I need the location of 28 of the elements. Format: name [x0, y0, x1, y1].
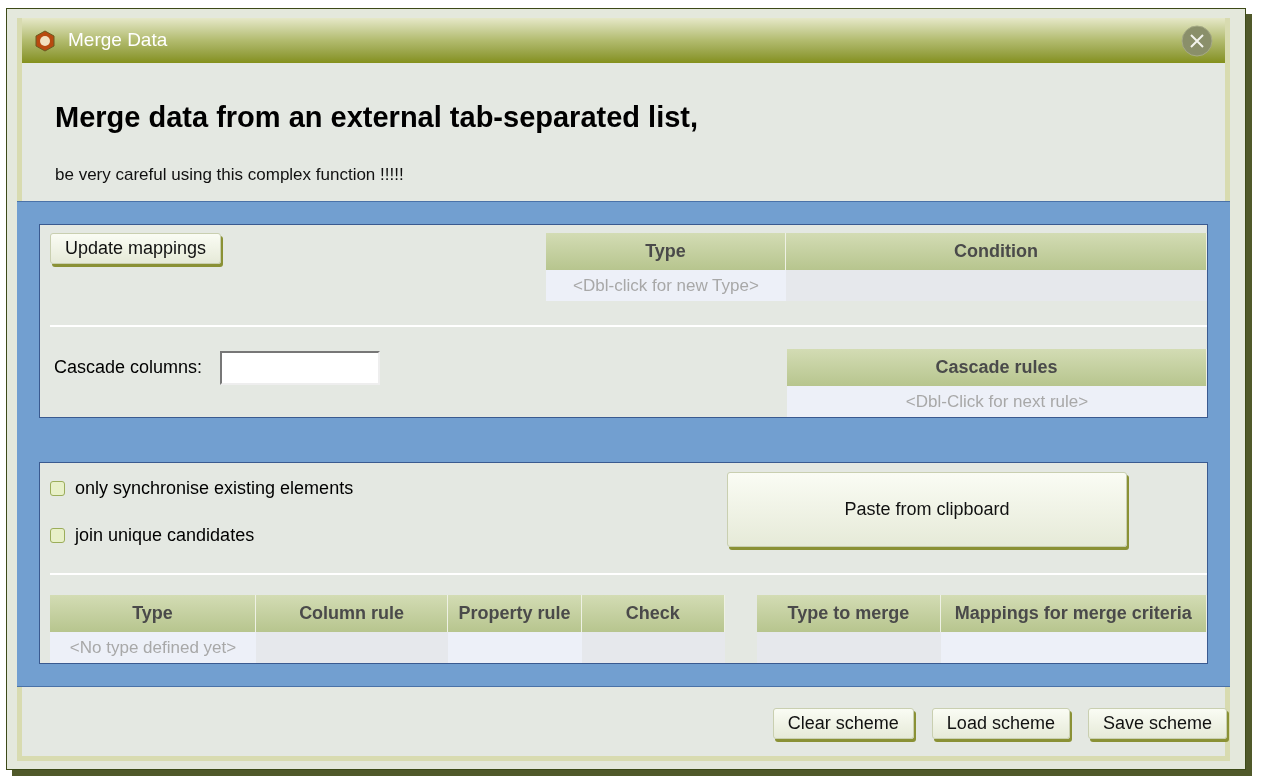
cascade-columns-label: Cascade columns: [54, 356, 203, 379]
column-header: Mappings for merge criteria [940, 595, 1207, 632]
app-logo-icon [34, 29, 56, 52]
warning-text: be very careful using this complex function !!!!! [55, 163, 405, 186]
column-header: Cascade rules [787, 349, 1207, 386]
table-cell: <Dbl-Click for next rule> [787, 386, 1207, 417]
scheme-button[interactable]: Load scheme [931, 708, 1070, 739]
paste-button[interactable]: Paste from clipboard [727, 472, 1127, 547]
column-header: Type [546, 233, 786, 270]
scheme-button[interactable]: Clear scheme [772, 708, 914, 739]
update-mappings-button[interactable]: Update mappings [50, 233, 222, 264]
heading: Merge data from an external tab-separated list, [55, 100, 700, 135]
checkbox[interactable] [50, 528, 65, 543]
column-header: Type [50, 595, 257, 632]
close-icon[interactable] [1181, 24, 1213, 57]
column-header: Property rule [448, 595, 582, 632]
cascade-columns-field[interactable] [220, 350, 381, 385]
table-cell: <No type defined yet> [50, 632, 257, 663]
checkbox-label: join unique candidates [75, 524, 255, 547]
column-header: Condition [786, 233, 1207, 270]
scheme-button[interactable]: Save scheme [1087, 708, 1227, 739]
column-header: Column rule [256, 595, 449, 632]
table-cell: <Dbl-click for new Type> [546, 270, 786, 301]
window-title: Merge Data [68, 28, 168, 53]
column-header: Type to merge [757, 595, 941, 632]
column-header: Check [581, 595, 725, 632]
checkbox-label: only synchronise existing elements [75, 477, 354, 500]
checkbox[interactable] [50, 481, 65, 496]
